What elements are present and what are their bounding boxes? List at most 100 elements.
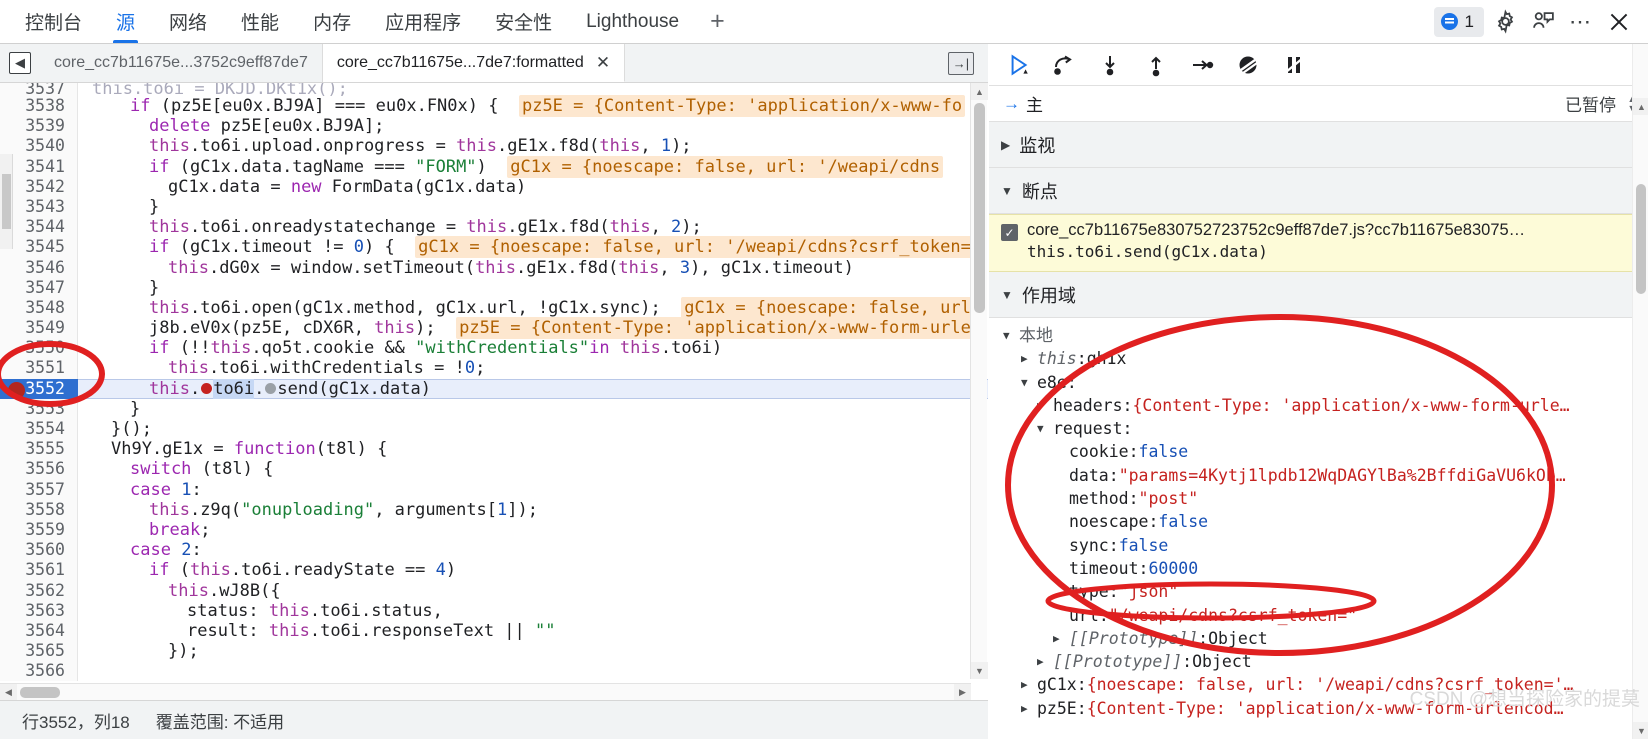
code-line[interactable]: 3548 this.to6i.open(gC1x.method, gC1x.url… (0, 296, 988, 319)
outer-scrollbar[interactable] (0, 154, 13, 249)
code-editor[interactable]: 3537 this.to6i = DKJD.DKt1x(); 3538 if (p… (0, 83, 988, 700)
panel-tab-7[interactable]: Lighthouse (569, 0, 696, 43)
close-icon[interactable] (1602, 5, 1636, 39)
code-line[interactable]: 3544 this.to6i.onreadystatechange = this.… (0, 217, 988, 238)
editor-vertical-scrollbar[interactable]: ▲ ▼ (970, 83, 988, 679)
line-number[interactable]: 3554 (0, 419, 78, 440)
line-number[interactable]: 3553 (0, 398, 78, 419)
code-line[interactable]: 3546 this.dG0x = window.setTimeout(this.g… (0, 257, 988, 278)
resume-script-execution-icon[interactable] (1003, 50, 1033, 80)
debugger-scrollbar[interactable]: ▼ ▲ (1632, 44, 1648, 739)
section-header-scope[interactable]: ▼ 作用域 (989, 272, 1648, 318)
code-line[interactable]: 3550 if (!!this.qo5t.cookie && "withCrede… (0, 338, 988, 359)
scope-row[interactable]: method: "post" (999, 487, 1648, 510)
code-line[interactable]: 3555 Vh9Y.gE1x = function(t8l) { (0, 439, 988, 460)
scope-row[interactable]: ▶ [[Prototype]]: Object (999, 650, 1648, 673)
code-line[interactable]: 3565}); (0, 641, 988, 662)
add-tab-button[interactable]: + (696, 0, 739, 43)
chevron-down-icon[interactable]: ▼ (1021, 371, 1037, 394)
pause-on-exceptions-icon[interactable] (1279, 50, 1309, 80)
chevron-right-icon[interactable]: ▶ (1021, 347, 1037, 370)
inline-breakpoint-inactive-icon[interactable] (265, 383, 277, 395)
chevron-right-icon[interactable]: ▶ (1053, 627, 1069, 650)
section-header-breakpoints[interactable]: ▼ 断点 (989, 168, 1648, 214)
scope-row[interactable]: ▼ e8e: (999, 371, 1648, 394)
scope-row[interactable]: noescape: false (999, 510, 1648, 533)
step-into-next-function-call-icon[interactable] (1095, 50, 1125, 80)
code-line[interactable]: 3539 delete pz5E[eu0x.BJ9A]; (0, 116, 988, 137)
code-line[interactable]: 3551 this.to6i.withCredentials = !0; (0, 358, 988, 379)
thread-row[interactable]: → 主 已暂停 ▲▼ (989, 86, 1648, 122)
step-icon[interactable] (1187, 50, 1217, 80)
line-number[interactable]: 3566 (0, 661, 78, 682)
chevron-right-icon[interactable]: ▶ (1037, 650, 1053, 673)
scope-row[interactable]: timeout: 60000 (999, 557, 1648, 580)
line-number[interactable]: 3539 (0, 116, 78, 137)
code-line[interactable]: 3545 if (gC1x.timeout != 0) { gC1x = {noe… (0, 236, 988, 259)
line-number[interactable]: 3556 (0, 459, 78, 480)
line-number[interactable]: 3560 (0, 540, 78, 561)
scope-row[interactable]: ▶ [[Prototype]]: Object (999, 627, 1648, 650)
code-line[interactable]: 3538 if (pz5E[eu0x.BJ9A] === eu0x.FN0x) {… (0, 95, 988, 117)
scope-tree[interactable]: ▼ 本地 ▶ this: gh1x ▼ e8e: ▶ headers: {Content-… (989, 318, 1648, 725)
debugger-scroll-up-arrow[interactable]: ▲ (1633, 98, 1648, 115)
code-line[interactable]: 3547} (0, 277, 988, 298)
deactivate-breakpoints-icon[interactable] (1233, 50, 1263, 80)
close-icon[interactable]: ✕ (596, 53, 610, 73)
line-number[interactable]: 3564 (0, 620, 78, 642)
open-in-new-panel-icon[interactable]: →| (948, 44, 988, 82)
scope-row[interactable]: data: "params=4Kytj1lpdb12WqDAGYlBa%2Bff… (999, 464, 1648, 487)
code-line[interactable]: 3543} (0, 196, 988, 218)
scope-row[interactable]: type: "json" (999, 580, 1648, 603)
line-number[interactable]: 3559 (0, 519, 78, 541)
scroll-up-arrow[interactable]: ▲ (971, 83, 988, 100)
scope-row[interactable]: url: "/weapi/cdns?csrf_token=" (999, 604, 1648, 627)
line-number[interactable]: 3548 (0, 297, 78, 319)
chevron-down-icon[interactable]: ▼ (1037, 417, 1053, 440)
breakpoint-marker-icon[interactable] (8, 381, 25, 399)
code-line[interactable]: 3566 (0, 661, 988, 682)
breakpoint-checkbox[interactable]: ✓ (1001, 224, 1018, 241)
panel-tab-1[interactable]: 源 (99, 0, 152, 43)
code-line[interactable]: 3554}(); (0, 419, 988, 440)
line-number[interactable]: 3563 (0, 600, 78, 621)
scope-row[interactable]: ▼ request: (999, 417, 1648, 440)
section-header-watch[interactable]: ▶ 监视 (989, 122, 1648, 168)
chevron-right-icon[interactable]: ▶ (1037, 394, 1053, 417)
file-tab-0[interactable]: core_cc7b11675e...3752c9eff87de7 (40, 44, 323, 82)
code-line[interactable]: 3563 status: this.to6i.status, (0, 600, 988, 621)
inline-breakpoint-icon[interactable] (201, 383, 213, 395)
panel-tab-6[interactable]: 安全性 (478, 0, 569, 43)
more-options-icon[interactable]: ⋯ (1564, 5, 1598, 39)
file-tab-1[interactable]: core_cc7b11675e...7de7:formatted ✕ (322, 44, 626, 82)
line-number[interactable]: 3551 (0, 358, 78, 379)
code-line[interactable]: 3541 if (gC1x.data.tagName === "FORM") gC… (0, 155, 988, 178)
panel-tab-2[interactable]: 网络 (152, 0, 224, 43)
panel-tab-5[interactable]: 应用程序 (368, 0, 478, 43)
feedback-icon[interactable] (1526, 5, 1560, 39)
debugger-scroll-down-arrow[interactable]: ▼ (1633, 722, 1648, 739)
line-number[interactable]: 3557 (0, 479, 78, 500)
scope-row[interactable]: ▶ this: gh1x (999, 347, 1648, 370)
line-number[interactable]: 3550 (0, 338, 78, 359)
code-line[interactable]: 3552 this. to6i. send(gC1x.data) (0, 378, 988, 399)
breakpoint-item[interactable]: ✓ core_cc7b11675e830752723752c9eff87de7.… (989, 214, 1648, 272)
line-number[interactable]: 3565 (0, 641, 78, 662)
scope-row[interactable]: ▶ headers: {Content-Type: 'application/x-… (999, 394, 1648, 417)
line-number[interactable]: 3555 (0, 439, 78, 460)
scope-group-local[interactable]: ▼ 本地 (999, 324, 1648, 347)
code-line[interactable]: 3556 switch (t8l) { (0, 459, 988, 480)
panel-tab-0[interactable]: 控制台 (8, 0, 99, 43)
line-number[interactable]: 3549 (0, 318, 78, 339)
line-number[interactable]: 3538 (0, 96, 78, 117)
gear-icon[interactable] (1488, 5, 1522, 39)
panel-tab-3[interactable]: 性能 (224, 0, 296, 43)
code-line[interactable]: 3542 gC1x.data = new FormData(gC1x.data) (0, 176, 988, 197)
line-number[interactable]: 3546 (0, 257, 78, 278)
code-line[interactable]: 3559 break; (0, 519, 988, 541)
code-line[interactable]: 3540 this.to6i.upload.onprogress = this.g… (0, 136, 988, 157)
code-line[interactable]: 3549 j8b.eV0x(pz5E, cDX6R, this); pz5E = … (0, 317, 988, 340)
code-line[interactable]: 3562 this.wJ8B({ (0, 580, 988, 601)
editor-horizontal-scrollbar[interactable]: ◀ ▶ (0, 683, 971, 701)
step-over-next-function-call-icon[interactable] (1049, 50, 1079, 80)
